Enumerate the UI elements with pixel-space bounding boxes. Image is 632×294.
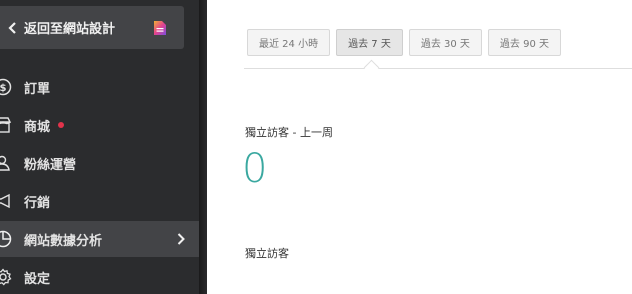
notification-dot (58, 122, 65, 128)
chevron-left-icon (0, 21, 24, 34)
tab-past-30-days[interactable]: 過去 30 天 (408, 29, 482, 56)
sidebar-divider (199, 0, 207, 294)
sidebar-item-fan-operations[interactable]: 粉絲運營 (0, 145, 199, 181)
unique-visitors-title: 獨立訪客 (245, 247, 289, 260)
active-tab-caret (363, 59, 380, 76)
sidebar-item-settings[interactable]: 設定 (0, 259, 199, 294)
sidebar-item-marketing[interactable]: 行銷 (0, 183, 199, 219)
sidebar-item-orders[interactable]: $ 訂單 (0, 69, 199, 105)
sidebar-item-label: 網站數據分析 (24, 233, 103, 249)
pie-chart-icon (0, 221, 18, 257)
dollar-circle-icon: $ (0, 69, 18, 105)
store-icon (0, 107, 18, 143)
time-range-tabs: 最近 24 小時 過去 7 天 過去 30 天 過去 90 天 (247, 29, 562, 56)
tab-divider (244, 68, 632, 69)
sidebar-item-label: 行銷 (24, 195, 51, 211)
megaphone-icon (0, 183, 18, 219)
tab-last-24-hours[interactable]: 最近 24 小時 (247, 29, 331, 56)
sidebar-item-label: 訂單 (24, 81, 51, 97)
svg-text:$: $ (0, 83, 7, 94)
users-icon (0, 145, 18, 181)
sidebar-item-label: 粉絲運營 (24, 157, 77, 173)
site-document-icon (148, 20, 172, 35)
sidebar-item-analytics[interactable]: 網站數據分析 (0, 221, 199, 257)
sidebar-item-label: 商城 (24, 119, 51, 135)
unique-visitors-last-week-value: 0 (242, 146, 268, 192)
gear-icon (0, 259, 18, 294)
back-label: 返回至網站設計 (24, 22, 116, 37)
tab-past-7-days[interactable]: 過去 7 天 (336, 29, 403, 56)
sidebar: 返回至網站設計 $ 訂單 商城 粉絲運營 行銷 網站數據分析 設定 (0, 0, 199, 294)
sidebar-item-store[interactable]: 商城 (0, 107, 199, 143)
unique-visitors-last-week-title: 獨立訪客 - 上一周 (245, 126, 333, 139)
back-to-site-design-button[interactable]: 返回至網站設計 (0, 6, 184, 49)
tab-past-90-days[interactable]: 過去 90 天 (487, 29, 562, 56)
sidebar-item-label: 設定 (24, 271, 51, 287)
chevron-right-icon (177, 233, 185, 245)
